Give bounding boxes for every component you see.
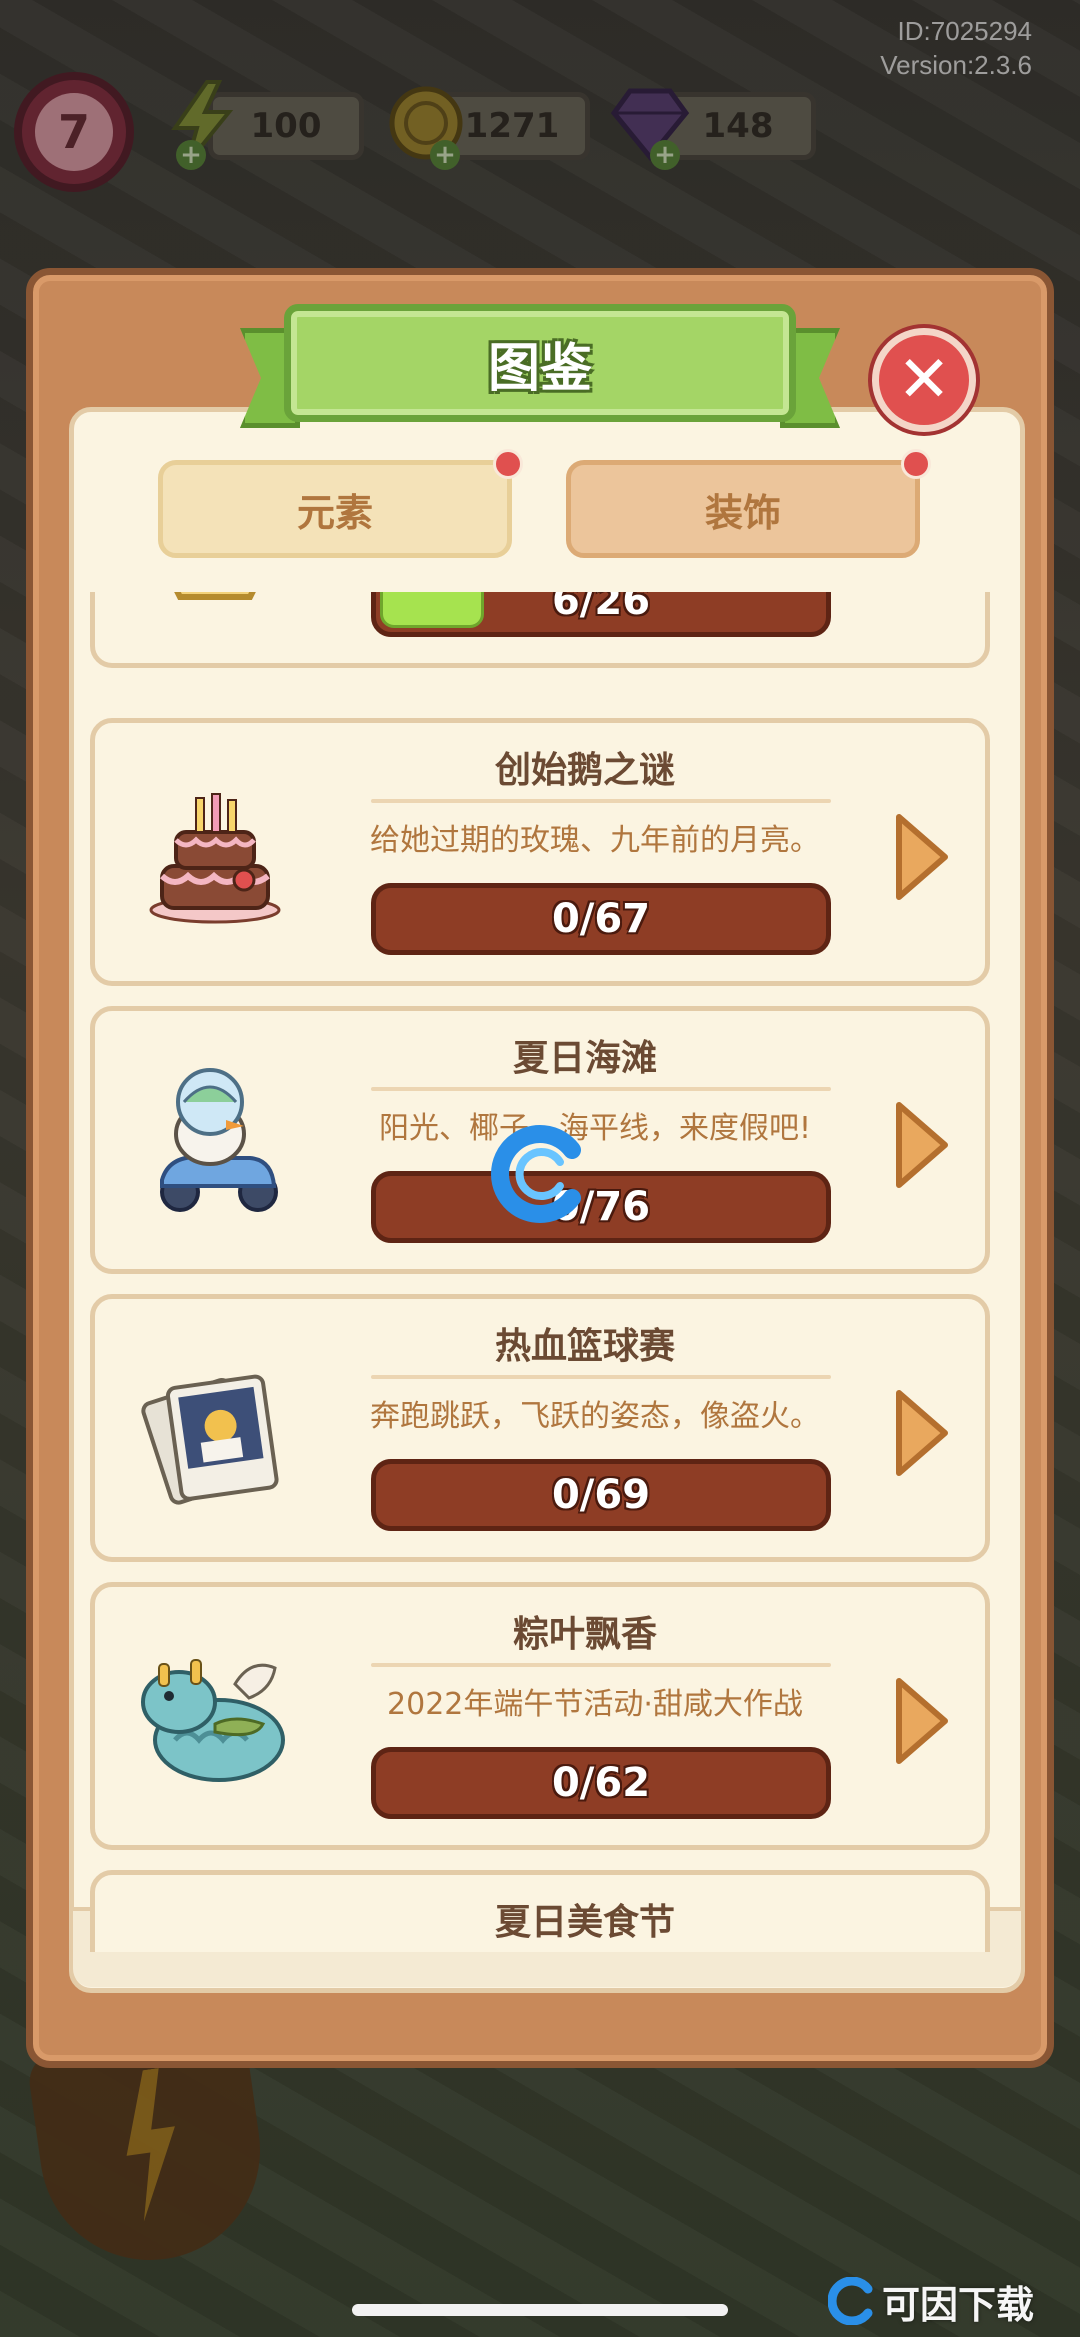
chevron-right-icon[interactable]	[885, 1095, 957, 1195]
progress-fill	[380, 592, 484, 628]
collection-title: 热血篮球赛	[494, 1326, 675, 1367]
collection-card[interactable]: 创始鹅之谜 给她过期的玫瑰、九年前的月亮。 0/67	[90, 718, 990, 986]
birthday-cake-icon	[135, 775, 295, 935]
collection-card[interactable]: 夏日美食节	[90, 1870, 990, 1952]
tab-decorations-label: 装饰	[704, 490, 781, 535]
notification-dot	[493, 449, 523, 479]
collection-title: 创始鹅之谜	[494, 750, 675, 791]
collection-title: 夏日海滩	[512, 1038, 657, 1079]
title-divider	[371, 1087, 831, 1091]
collection-description: 阳光、椰子、海平线，来度假吧!	[378, 1111, 812, 1146]
title-divider	[371, 1375, 831, 1379]
collection-card[interactable]: 6/26	[90, 592, 990, 668]
progress-text: 0/67	[551, 896, 651, 942]
close-button[interactable]: ✕	[872, 328, 976, 432]
cream-bun-icon	[135, 1915, 295, 1952]
progress-text: 0/69	[551, 1472, 651, 1518]
collection-title: 粽叶飘香	[512, 1614, 657, 1655]
collection-list[interactable]: 6/26 创始鹅之谜 给她过期的玫瑰、九年前的月亮。 0/67 夏日海滩 阳光、…	[86, 592, 998, 1952]
title-divider	[371, 799, 831, 803]
progress-bar: 6/26	[371, 592, 831, 637]
chevron-right-icon[interactable]	[885, 1671, 957, 1771]
chevron-right-icon[interactable]	[885, 807, 957, 907]
collection-description: 2022年端午节活动·甜咸大作战	[387, 1687, 803, 1722]
progress-text: 0/62	[551, 1760, 651, 1806]
tab-elements-label: 元素	[296, 490, 373, 535]
title-divider	[371, 1663, 831, 1667]
progress-bar: 0/76	[371, 1171, 831, 1243]
collection-description: 给她过期的玫瑰、九年前的月亮。	[370, 823, 820, 858]
tab-decorations[interactable]: 装饰	[566, 449, 931, 558]
collection-title: 夏日美食节	[494, 1902, 675, 1943]
loading-spinner-icon	[490, 1124, 590, 1224]
progress-text: 6/26	[551, 592, 651, 624]
notification-dot	[901, 449, 931, 479]
collection-card[interactable]: 粽叶飘香 2022年端午节活动·甜咸大作战 0/62	[90, 1582, 990, 1850]
tab-elements[interactable]: 元素	[158, 449, 523, 558]
chevron-right-icon[interactable]	[885, 1383, 957, 1483]
progress-bar: 0/67	[371, 883, 831, 955]
hexagon-tile-icon	[135, 592, 295, 617]
dragon-icon	[135, 1639, 295, 1799]
progress-bar: 0/69	[371, 1459, 831, 1531]
watermark-text: 可因下载	[882, 2282, 1035, 2327]
goose-scooter-icon	[135, 1063, 295, 1223]
collection-card[interactable]: 热血篮球赛 奔跑跳跃，飞跃的姿态，像盗火。 0/69	[90, 1294, 990, 1562]
dialog-title: 图鉴	[487, 338, 592, 399]
c-logo-icon	[828, 2277, 873, 2325]
home-indicator[interactable]	[352, 2304, 728, 2316]
close-icon: ✕	[897, 343, 951, 417]
collection-description: 奔跑跳跃，飞跃的姿态，像盗火。	[370, 1399, 820, 1434]
photo-cards-icon	[135, 1351, 295, 1511]
progress-bar: 0/62	[371, 1747, 831, 1819]
dialog-title-ribbon: 图鉴	[284, 304, 796, 422]
watermark: 可因下载	[828, 2276, 1035, 2327]
